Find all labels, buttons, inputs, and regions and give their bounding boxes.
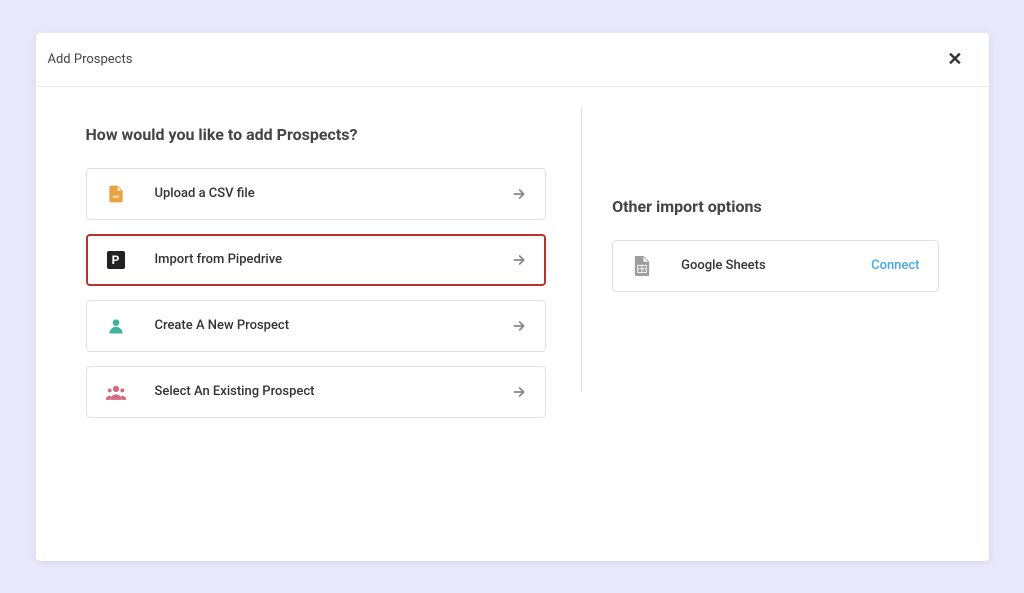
add-prospects-modal: Add Prospects ✕ How would you like to ad… — [36, 33, 989, 561]
modal-body: How would you like to add Prospects? csv… — [36, 87, 989, 561]
right-heading: Other import options — [612, 197, 938, 216]
option-create-new-prospect[interactable]: Create A New Prospect — [86, 300, 547, 352]
arrow-right-icon — [511, 384, 527, 400]
close-button[interactable]: ✕ — [941, 49, 968, 70]
option-label: Upload a CSV file — [155, 186, 512, 201]
arrow-right-icon — [511, 252, 527, 268]
csv-file-icon: csv — [105, 183, 127, 205]
option-import-pipedrive[interactable]: P Import from Pipedrive — [86, 234, 547, 286]
pipedrive-icon: P — [105, 249, 127, 271]
option-upload-csv[interactable]: csv Upload a CSV file — [86, 168, 547, 220]
arrow-right-icon — [511, 186, 527, 202]
option-label: Select An Existing Prospect — [155, 384, 512, 399]
column-divider — [581, 107, 582, 392]
arrow-right-icon — [511, 318, 527, 334]
user-icon — [105, 315, 127, 337]
option-label: Google Sheets — [681, 258, 871, 273]
modal-title: Add Prospects — [48, 52, 133, 67]
option-google-sheets: Google Sheets Connect — [612, 240, 938, 292]
option-label: Import from Pipedrive — [155, 252, 512, 267]
svg-text:csv: csv — [112, 194, 119, 199]
option-label: Create A New Prospect — [155, 318, 512, 333]
modal-header: Add Prospects ✕ — [36, 33, 989, 87]
users-icon — [105, 381, 127, 403]
right-column: Other import options Google Sheets Conne… — [612, 107, 938, 531]
google-sheets-icon — [631, 255, 653, 277]
left-heading: How would you like to add Prospects? — [86, 125, 547, 144]
connect-link[interactable]: Connect — [871, 258, 919, 273]
left-column: How would you like to add Prospects? csv… — [86, 107, 547, 531]
option-select-existing-prospect[interactable]: Select An Existing Prospect — [86, 366, 547, 418]
